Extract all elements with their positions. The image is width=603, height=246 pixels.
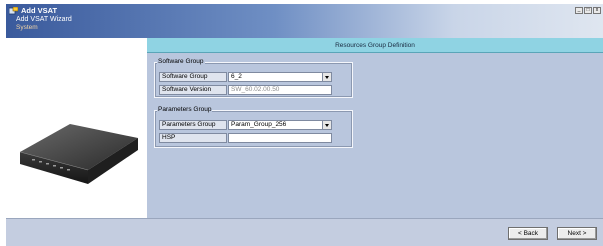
parameters-group-label: Parameters Group bbox=[159, 120, 227, 130]
next-button[interactable]: Next > bbox=[557, 227, 597, 240]
close-button[interactable]: x bbox=[593, 7, 601, 14]
back-button[interactable]: < Back bbox=[508, 227, 548, 240]
software-group-label: Software Group bbox=[159, 72, 227, 82]
section-title: Resources Group Definition bbox=[335, 42, 415, 49]
parameters-group-value: Param_Group_256 bbox=[231, 121, 287, 128]
software-version-field[interactable]: SW_60.02.00.50 bbox=[228, 85, 332, 95]
vsat-modem-image bbox=[19, 124, 138, 184]
app-title: Add VSAT bbox=[21, 6, 58, 15]
parameters-group-legend: Parameters Group bbox=[157, 106, 213, 113]
software-group-box: Software Group Software Group 6_2 Softwa… bbox=[154, 58, 353, 98]
chevron-down-icon[interactable] bbox=[322, 121, 331, 129]
wizard-footer: < Back Next > bbox=[6, 218, 603, 246]
title-bar[interactable]: Add VSAT Add VSAT Wizard System _ □ x bbox=[6, 4, 603, 38]
wizard-content: Resources Group Definition Software Grou… bbox=[147, 38, 603, 218]
window-controls: _ □ x bbox=[575, 7, 601, 14]
wizard-image-panel bbox=[6, 38, 147, 218]
parameters-group-box: Parameters Group Parameters Group Param_… bbox=[154, 106, 353, 148]
software-version-label: Software Version bbox=[159, 85, 227, 95]
parameters-group-select[interactable]: Param_Group_256 bbox=[228, 120, 332, 130]
maximize-button[interactable]: □ bbox=[584, 7, 592, 14]
section-header: Resources Group Definition bbox=[147, 38, 603, 53]
add-vsat-window: Add VSAT Add VSAT Wizard System _ □ x Re… bbox=[0, 0, 603, 246]
wizard-subtitle: System bbox=[16, 24, 38, 31]
minimize-button[interactable]: _ bbox=[575, 7, 583, 14]
hsp-label: HSP bbox=[159, 133, 227, 143]
software-group-value: 6_2 bbox=[231, 73, 242, 80]
chevron-down-icon[interactable] bbox=[322, 73, 331, 81]
wizard-title: Add VSAT Wizard bbox=[16, 16, 72, 23]
software-group-select[interactable]: 6_2 bbox=[228, 72, 332, 82]
software-group-legend: Software Group bbox=[157, 58, 205, 65]
vsat-app-icon bbox=[9, 7, 18, 15]
hsp-input[interactable] bbox=[228, 133, 332, 143]
